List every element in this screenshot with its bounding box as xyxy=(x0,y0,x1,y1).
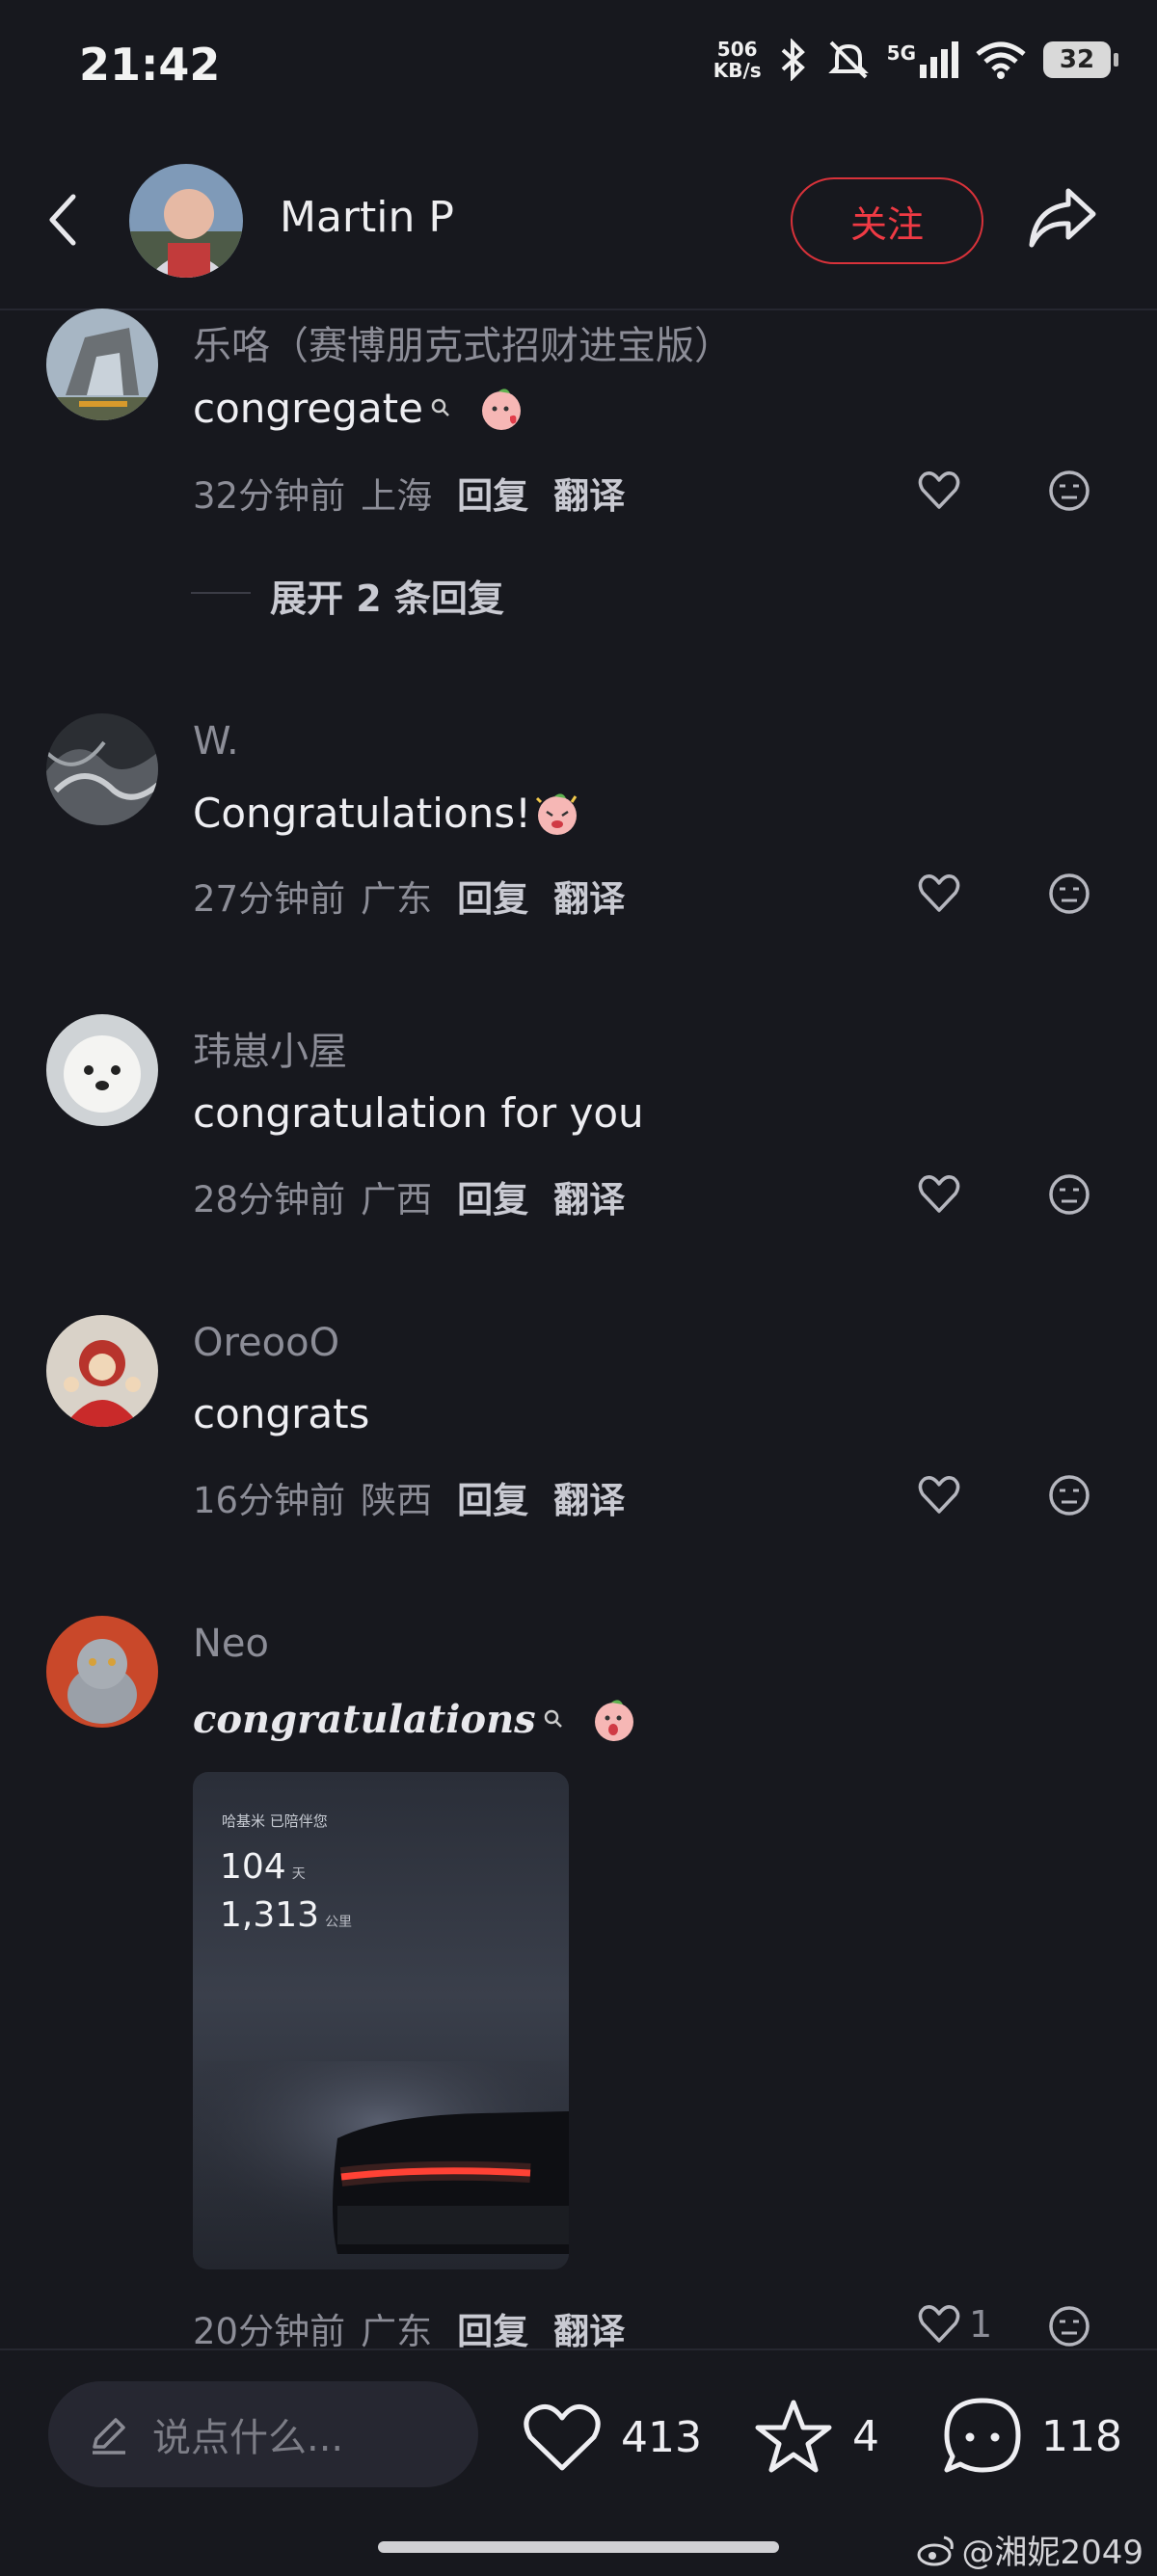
comment-body: congregate xyxy=(193,384,525,432)
distance-stat: 1,313 公里 xyxy=(220,1895,353,1935)
like-stat[interactable]: 413 xyxy=(521,2401,702,2474)
commenter-avatar[interactable] xyxy=(46,309,158,420)
watermark: @湘妮2049 xyxy=(917,2526,1144,2573)
weibo-logo-icon xyxy=(917,2536,955,2565)
comment-text: congratulation for you xyxy=(193,1089,644,1137)
like-count-total: 413 xyxy=(621,2412,702,2462)
dislike-face-icon[interactable] xyxy=(1047,1473,1091,1517)
star-icon[interactable] xyxy=(752,2397,835,2476)
comment-body: Congratulations! xyxy=(193,789,581,837)
search-keyword-icon[interactable] xyxy=(429,396,452,419)
bluetooth-icon xyxy=(781,39,805,81)
commenter-avatar[interactable] xyxy=(46,713,158,825)
comment-meta: 32分钟前 上海 回复 翻译 xyxy=(193,467,625,519)
translate-button[interactable]: 翻译 xyxy=(553,2302,625,2354)
author-name[interactable]: Martin P xyxy=(280,193,454,242)
reply-button[interactable]: 回复 xyxy=(457,1170,528,1222)
search-keyword-icon[interactable] xyxy=(542,1707,565,1731)
translate-button[interactable]: 翻译 xyxy=(553,1170,625,1222)
like-heart-icon[interactable] xyxy=(917,1473,961,1517)
back-arrow-icon[interactable] xyxy=(42,191,81,249)
like-heart-icon[interactable] xyxy=(917,2302,961,2347)
comment-stat[interactable]: 118 xyxy=(941,2395,1122,2478)
comment-meta: 28分钟前 广西 回复 翻译 xyxy=(193,1170,625,1222)
dislike-face-icon[interactable] xyxy=(1047,872,1091,916)
net-speed: 506 KB/s xyxy=(713,38,762,82)
status-icons: 506 KB/s 5G 32 xyxy=(713,38,1118,82)
commenter-name[interactable]: 玮崽小屋 xyxy=(193,1020,347,1076)
dislike-face-icon[interactable] xyxy=(1047,1172,1091,1217)
comment-text: congrats xyxy=(193,1390,370,1437)
commenter-avatar[interactable] xyxy=(46,1616,158,1728)
like-count: 1 xyxy=(969,2303,993,2346)
comment-text: congregate xyxy=(193,384,423,432)
battery-indicator: 32 xyxy=(1043,41,1118,78)
comment-input-placeholder: 说点什么... xyxy=(152,2416,344,2460)
commenter-name[interactable]: W. xyxy=(193,719,239,764)
author-avatar[interactable] xyxy=(129,164,243,278)
comment-bubble-icon[interactable] xyxy=(941,2395,1024,2478)
peach-shocked-emoji-icon xyxy=(594,1700,633,1741)
expand-divider xyxy=(191,592,251,594)
share-icon[interactable] xyxy=(1026,185,1099,253)
commenter-name[interactable]: OreooO xyxy=(193,1321,339,1365)
reply-button[interactable]: 回复 xyxy=(457,467,528,519)
commenter-name[interactable]: Neo xyxy=(193,1622,269,1666)
comment-count: 118 xyxy=(1041,2411,1122,2461)
favorite-count: 4 xyxy=(852,2411,879,2461)
comment-meta: 16分钟前 陕西 回复 翻译 xyxy=(193,1471,625,1523)
dislike-face-icon[interactable] xyxy=(1047,2304,1091,2348)
comment-text: Congratulations! xyxy=(193,789,531,837)
comment-meta: 27分钟前 广东 回复 翻译 xyxy=(193,870,625,922)
like-heart-icon[interactable] xyxy=(917,872,961,916)
commenter-name[interactable]: 乐咯（赛博朋克式招财进宝版） xyxy=(193,314,733,370)
expand-replies-button[interactable]: 展开 2 条回复 xyxy=(270,569,504,622)
signal-icon: 5G xyxy=(887,41,958,78)
translate-button[interactable]: 翻译 xyxy=(553,467,625,519)
comment-text: congratulations xyxy=(193,1696,536,1742)
reply-button[interactable]: 回复 xyxy=(457,870,528,922)
mute-icon xyxy=(827,40,869,79)
heart-icon[interactable] xyxy=(521,2401,604,2474)
like-heart-icon[interactable] xyxy=(917,469,961,513)
favorite-stat[interactable]: 4 xyxy=(752,2397,879,2476)
commenter-avatar[interactable] xyxy=(46,1315,158,1427)
follow-button[interactable]: 关注 xyxy=(791,177,983,264)
reply-button[interactable]: 回复 xyxy=(457,2302,528,2354)
translate-button[interactable]: 翻译 xyxy=(553,1471,625,1523)
peach-kiss-emoji-icon xyxy=(481,389,521,430)
dislike-face-icon[interactable] xyxy=(1047,469,1091,513)
wifi-icon xyxy=(976,41,1026,79)
home-indicator[interactable] xyxy=(378,2541,779,2553)
days-stat: 104 天 xyxy=(220,1847,306,1887)
comment-meta: 20分钟前 广东 回复 翻译 xyxy=(193,2302,625,2354)
comment-input[interactable]: 说点什么... xyxy=(48,2381,478,2487)
car-rear-image xyxy=(193,2061,569,2269)
like-heart-icon[interactable] xyxy=(917,1172,961,1217)
status-time: 21:42 xyxy=(79,39,221,91)
comment-image[interactable]: 哈基米 已陪伴您 104 天 1,313 公里 xyxy=(193,1772,569,2269)
commenter-avatar[interactable] xyxy=(46,1014,158,1126)
reply-button[interactable]: 回复 xyxy=(457,1471,528,1523)
translate-button[interactable]: 翻译 xyxy=(553,870,625,922)
like-control[interactable]: 1 xyxy=(917,2302,992,2347)
peach-celebrate-emoji-icon xyxy=(535,793,578,835)
pencil-icon xyxy=(93,2418,125,2455)
comment-body: congratulations xyxy=(193,1695,638,1743)
